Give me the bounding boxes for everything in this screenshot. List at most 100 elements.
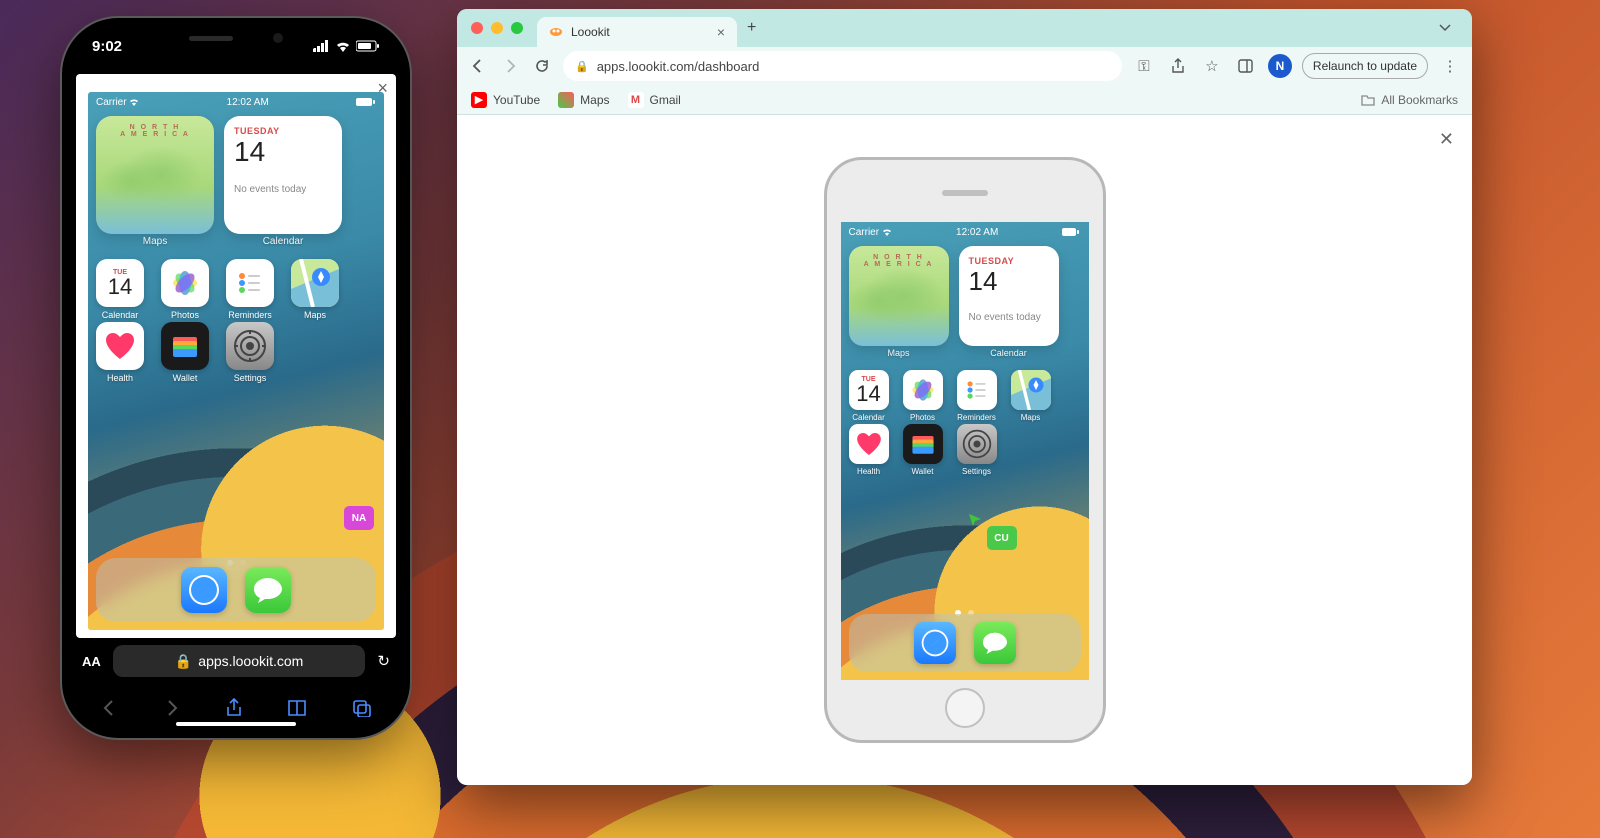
page-content: ✕ Carrier 12:02 AM N O R T H A M E R I C… (457, 115, 1472, 785)
photos-app-icon[interactable] (161, 259, 209, 307)
sim-carrier: Carrier (849, 227, 880, 238)
tab-close-button[interactable]: × (717, 24, 725, 40)
settings-app-label: Settings (962, 467, 991, 476)
safari-reload-button[interactable]: ↻ (377, 652, 390, 670)
new-tab-button[interactable]: + (747, 19, 756, 37)
wifi-icon (882, 228, 892, 236)
maps-app-label: Maps (304, 310, 326, 320)
calendar-app-icon[interactable]: TUE14 (96, 259, 144, 307)
calendar-widget-label: Calendar (224, 236, 342, 247)
settings-app-icon[interactable] (226, 322, 274, 370)
maps-widget[interactable]: N O R T H A M E R I C A (849, 246, 949, 346)
chrome-titlebar[interactable]: Loookit × + (457, 9, 1472, 47)
safari-app-icon[interactable] (181, 567, 227, 613)
safari-aa-button[interactable]: AA (82, 654, 101, 669)
photos-app-label: Photos (910, 413, 935, 422)
maps-widget-label: Maps (96, 236, 214, 247)
wifi-icon (335, 40, 351, 52)
calendar-app-label: Calendar (852, 413, 884, 422)
calendar-widget[interactable]: TUESDAY 14 No events today (959, 246, 1059, 346)
maps-app-icon[interactable] (291, 259, 339, 307)
safari-forward-button[interactable] (163, 699, 181, 717)
sim-time: 12:02 AM (227, 97, 269, 108)
wallet-app-label: Wallet (912, 467, 934, 476)
health-app-icon[interactable] (849, 424, 889, 464)
relaunch-button[interactable]: Relaunch to update (1302, 53, 1428, 79)
browser-tab[interactable]: Loookit × (537, 17, 737, 47)
nav-back-button[interactable] (467, 55, 489, 77)
chrome-window: Loookit × + 🔒 apps.loookit.com/dashboard… (457, 9, 1472, 785)
bookmark-youtube[interactable]: ▶YouTube (471, 92, 540, 108)
home-indicator[interactable] (176, 722, 296, 726)
bookmark-maps[interactable]: Maps (558, 92, 609, 108)
safari-tabs-button[interactable] (352, 699, 372, 717)
bookmark-star-icon[interactable]: ☆ (1200, 54, 1224, 78)
health-app-label: Health (857, 467, 880, 476)
tab-favicon (549, 25, 563, 39)
lock-icon: 🔒 (575, 60, 589, 73)
tabs-dropdown-button[interactable] (1432, 15, 1458, 41)
password-key-icon[interactable]: ⚿ (1132, 54, 1156, 78)
messages-app-icon[interactable] (245, 567, 291, 613)
device-speaker (942, 190, 988, 196)
sidepanel-icon[interactable] (1234, 54, 1258, 78)
tab-title: Loookit (571, 25, 610, 39)
profile-avatar[interactable]: N (1268, 54, 1292, 78)
calendar-app-icon[interactable]: TUE14 (849, 370, 889, 410)
safari-share-button[interactable] (225, 698, 243, 718)
photos-app-icon[interactable] (903, 370, 943, 410)
maps-widget[interactable]: N O R T H A M E R I C A (96, 116, 214, 234)
wallet-app-icon[interactable] (903, 424, 943, 464)
calendar-app-label: Calendar (102, 310, 139, 320)
safari-back-button[interactable] (100, 699, 118, 717)
status-time: 9:02 (92, 38, 122, 55)
chrome-toolbar: 🔒 apps.loookit.com/dashboard ⚿ ☆ N Relau… (457, 47, 1472, 85)
safari-address-bar: AA 🔒 apps.loookit.com ↻ (68, 638, 404, 684)
wallet-app-icon[interactable] (161, 322, 209, 370)
reminders-app-icon[interactable] (957, 370, 997, 410)
messages-app-icon[interactable] (974, 622, 1016, 664)
folder-icon (1361, 94, 1375, 106)
bookmarks-bar: ▶YouTube Maps MGmail All Bookmarks (457, 85, 1472, 115)
maps-app-label: Maps (1021, 413, 1041, 422)
loookit-close-button[interactable]: ✕ (1439, 129, 1454, 150)
all-bookmarks-button[interactable]: All Bookmarks (1361, 93, 1458, 107)
traffic-close[interactable] (471, 22, 483, 34)
battery-icon (356, 40, 380, 52)
simulator-screenshot-left: Carrier 12:02 AM N O R T H A M E R I C A… (88, 92, 384, 630)
peer-cursor-arrow (969, 514, 983, 528)
url-text: apps.loookit.com/dashboard (597, 59, 760, 74)
health-app-icon[interactable] (96, 322, 144, 370)
address-bar[interactable]: 🔒 apps.loookit.com/dashboard (563, 51, 1122, 81)
nav-reload-button[interactable] (531, 55, 553, 77)
dock (849, 614, 1081, 672)
sim-carrier: Carrier (96, 97, 127, 108)
share-icon[interactable] (1166, 54, 1190, 78)
safari-app-icon[interactable] (914, 622, 956, 664)
bookmark-gmail[interactable]: MGmail (628, 92, 681, 108)
wallet-app-label: Wallet (173, 373, 198, 383)
traffic-minimize[interactable] (491, 22, 503, 34)
lock-icon: 🔒 (175, 653, 192, 670)
settings-app-icon[interactable] (957, 424, 997, 464)
nav-forward-button[interactable] (499, 55, 521, 77)
wifi-icon (129, 98, 139, 106)
photos-app-label: Photos (171, 310, 199, 320)
simulator-screenshot-browser: Carrier 12:02 AM N O R T H A M E R I C A… (841, 222, 1089, 680)
safari-url-text: apps.loookit.com (198, 653, 303, 669)
safari-url-field[interactable]: 🔒 apps.loookit.com (113, 645, 366, 677)
reminders-app-label: Reminders (957, 413, 996, 422)
maps-app-icon[interactable] (1011, 370, 1051, 410)
calendar-widget[interactable]: TUESDAY 14 No events today (224, 116, 342, 234)
battery-icon (1062, 228, 1080, 236)
traffic-maximize[interactable] (511, 22, 523, 34)
health-app-label: Health (107, 373, 133, 383)
reminders-app-icon[interactable] (226, 259, 274, 307)
kebab-menu-icon[interactable]: ⋮ (1438, 54, 1462, 78)
physical-iphone-frame: 9:02 × Carrier 12:02 AM (62, 18, 410, 738)
device-home-button[interactable] (945, 688, 985, 728)
safari-bookmarks-button[interactable] (287, 699, 307, 717)
iphone-notch (151, 24, 321, 52)
safari-page-content: × Carrier 12:02 AM N O R T H A M E R I C… (76, 74, 396, 638)
maps-widget-label: Maps (849, 348, 949, 358)
